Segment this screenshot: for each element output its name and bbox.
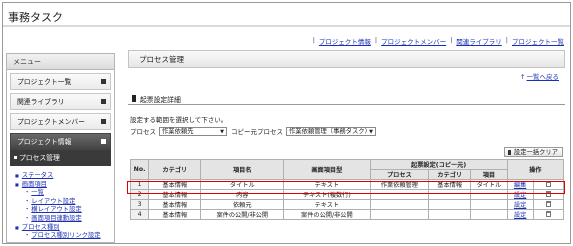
settings-link[interactable]: 設定 xyxy=(514,212,526,219)
trash-icon[interactable] xyxy=(545,190,551,197)
dropdown-arrow-icon: ▼ xyxy=(220,128,224,135)
col-header-screen-type: 画面項目型 xyxy=(283,159,371,180)
nav-project-members-link[interactable]: プロジェクトメンバー xyxy=(381,36,446,46)
settings-link[interactable]: 設定 xyxy=(514,202,526,209)
tree-link-list[interactable]: 一覧 xyxy=(15,189,114,198)
section-title: 起票設定詳細 xyxy=(140,96,181,104)
nav-related-library-link[interactable]: 関連ライブラリ xyxy=(456,36,502,46)
col-header-group: 起票設定(コピー元) xyxy=(369,159,508,170)
sidebar-item-label: プロジェクトメンバー xyxy=(17,118,85,126)
trash-icon[interactable] xyxy=(545,210,551,217)
col-header-sub-category: カテゴリ xyxy=(428,169,472,180)
top-nav: | プロジェクト情報 | プロジェクトメンバー | 関連ライブラリ | プロジェ… xyxy=(312,36,564,46)
back-to-list-link[interactable]: 一覧へ戻る xyxy=(520,71,560,81)
app-title: 事務タスク xyxy=(8,11,63,24)
copy-source-label: コピー元プロセス xyxy=(231,128,283,136)
col-header-process: プロセス xyxy=(369,169,430,180)
nav-project-list-link[interactable]: プロジェクト一覧 xyxy=(512,36,564,46)
tree-link-horizontal-layout[interactable]: 横レイアウト設定 xyxy=(15,206,114,215)
tree-link-item-linkage[interactable]: 画面項目連動設定 xyxy=(15,215,114,224)
table-row: 4 基本情報 案件の公開/非公開 案件の公開/非公開 設定 xyxy=(129,209,565,220)
process-label: プロセス xyxy=(130,128,156,136)
settings-table: No. カテゴリ 項目名 画面項目型 起票設定(コピー元) 操作 プロセス カテ… xyxy=(129,159,565,220)
tree-link-process-type-links[interactable]: プロセス種別リンク設定 xyxy=(15,232,114,241)
col-header-item-name: 項目名 xyxy=(200,159,285,180)
sidebar-menu: メニュー プロジェクト一覧 関連ライブラリ プロジェクトメンバー プロジェクト情… xyxy=(6,53,115,243)
expand-square-icon xyxy=(101,139,106,144)
trash-icon[interactable] xyxy=(545,200,551,207)
filter-row: プロセス 作業依頼先 ▼ コピー元プロセス 作業依頼管理（事務タスク） ▼ xyxy=(130,126,380,136)
instruction-text: 設定する範囲を選択して下さい。 xyxy=(130,116,228,124)
table-row: 1 基本情報 タイトル テキスト 作業依頼管理 基本情報 タイトル 編集 xyxy=(129,179,565,190)
sidebar-item-label: 関連ライブラリ xyxy=(17,98,65,106)
tree-link-screen-items[interactable]: 画面項目 xyxy=(15,181,114,190)
sidebar-item-project-list[interactable]: プロジェクト一覧 xyxy=(10,73,111,90)
sidebar-item-label: プロジェクト一覧 xyxy=(17,78,72,86)
section-marker-icon xyxy=(132,95,136,102)
nav-project-info-link[interactable]: プロジェクト情報 xyxy=(319,36,371,46)
col-header-no: No. xyxy=(129,159,150,180)
tree-link-status[interactable]: ステータス xyxy=(15,172,114,181)
sidebar-item-project-info[interactable]: プロジェクト情報 xyxy=(10,133,111,150)
header-divider xyxy=(3,25,570,27)
table-row: 2 基本情報 内容 テキスト(複数行) 設定 xyxy=(129,189,565,200)
expand-square-icon xyxy=(101,119,106,124)
sidebar-tree: ステータス 画面項目 一覧 レイアウト設定 横レイアウト設定 画面項目連動設定 … xyxy=(7,166,114,241)
bullet-icon xyxy=(14,156,17,159)
bulk-clear-button[interactable]: 設定一括クリア xyxy=(503,147,563,157)
expand-square-icon xyxy=(101,79,106,84)
menu-header: メニュー xyxy=(7,54,114,70)
sidebar-item-related-library[interactable]: 関連ライブラリ xyxy=(10,93,111,110)
settings-link[interactable]: 設定 xyxy=(514,192,526,199)
sidebar-item-project-members[interactable]: プロジェクトメンバー xyxy=(10,113,111,130)
copy-source-select[interactable]: 作業依頼管理（事務タスク） ▼ xyxy=(286,126,376,136)
col-header-category: カテゴリ xyxy=(148,159,202,180)
process-select[interactable]: 作業依頼先 ▼ xyxy=(159,126,227,136)
table-row: 3 基本情報 依頼元 テキスト 設定 xyxy=(129,199,565,210)
tree-link-process-type[interactable]: プロセス種別 xyxy=(15,224,114,233)
main-content: プロセス管理 一覧へ戻る 起票設定詳細 設定する範囲を選択して下さい。 プロセス… xyxy=(128,50,565,240)
col-header-action: 操作 xyxy=(506,159,565,180)
sidebar-item-label: プロジェクト情報 xyxy=(17,138,72,146)
edit-link[interactable]: 編集 xyxy=(514,182,526,189)
page-title: プロセス管理 xyxy=(128,50,565,68)
sidebar-subitem-label: プロセス管理 xyxy=(19,154,60,162)
col-header-item: 項目 xyxy=(470,169,508,180)
expand-square-icon xyxy=(101,99,106,104)
sidebar-subitem-process-management[interactable]: プロセス管理 xyxy=(10,150,111,166)
section-header: 起票設定詳細 xyxy=(128,93,565,105)
trash-icon[interactable] xyxy=(545,180,551,187)
dropdown-arrow-icon: ▼ xyxy=(369,128,373,135)
